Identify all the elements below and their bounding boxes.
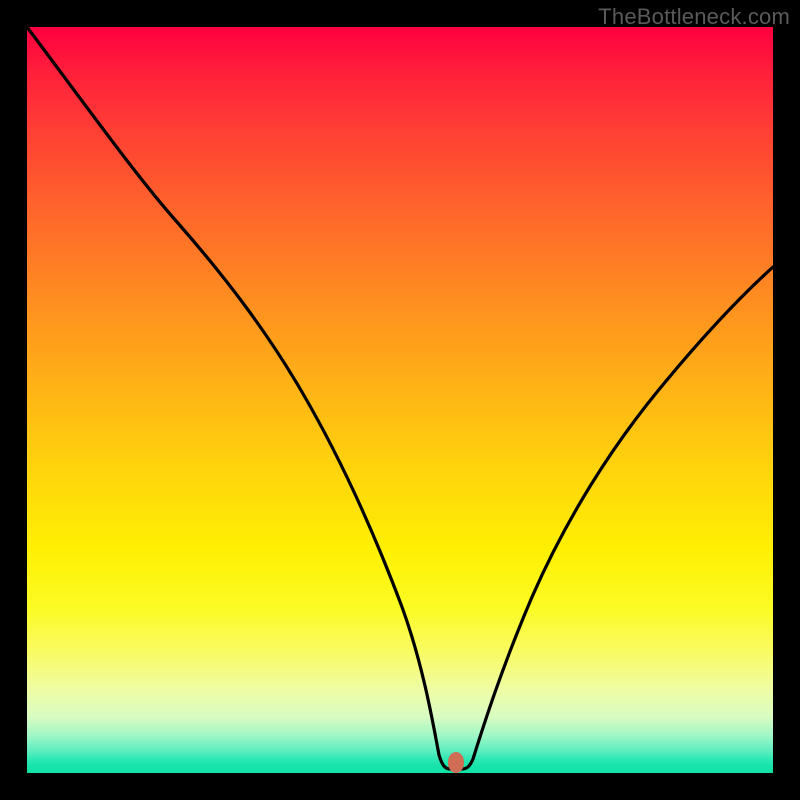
outer-frame: TheBottleneck.com xyxy=(0,0,800,800)
bottleneck-marker xyxy=(448,752,464,773)
bottleneck-curve xyxy=(27,27,773,773)
plot-area xyxy=(27,27,773,773)
curve-path xyxy=(27,27,773,769)
watermark-text: TheBottleneck.com xyxy=(598,4,790,30)
